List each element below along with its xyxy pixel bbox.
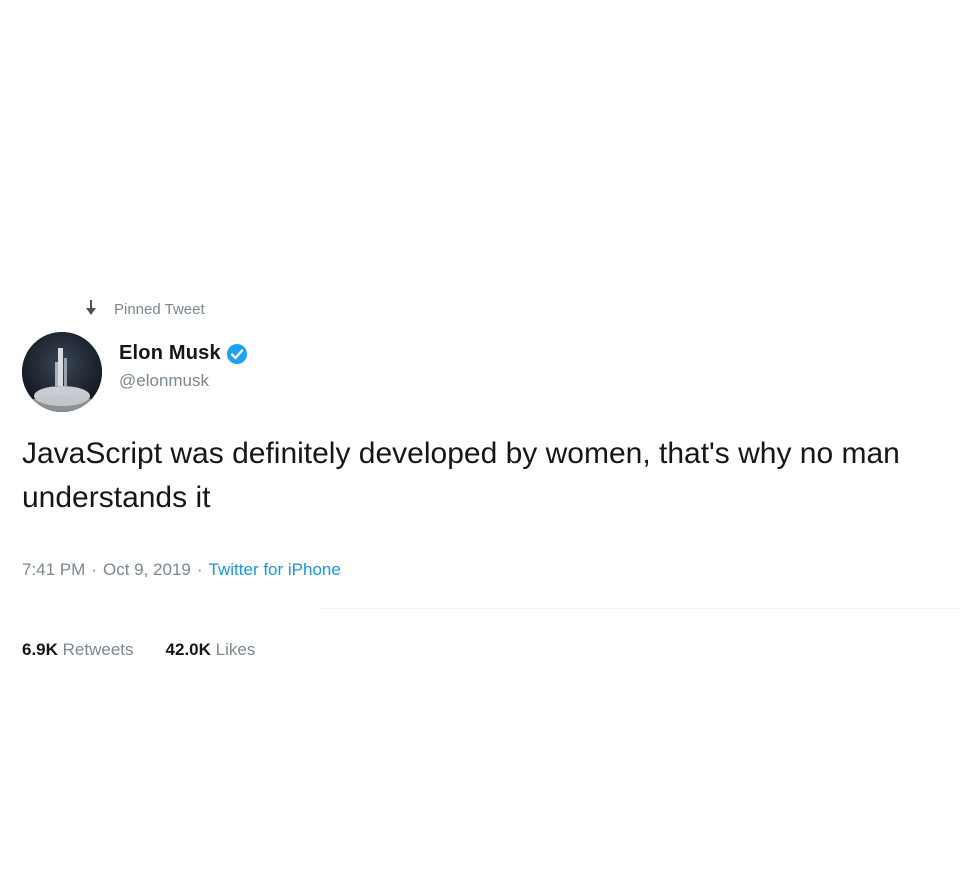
avatar[interactable] (22, 332, 102, 412)
author-name[interactable]: Elon Musk (119, 342, 221, 365)
likes-count: 42.0K (165, 640, 211, 659)
retweets-count: 6.9K (22, 640, 58, 659)
likes-label: Likes (215, 640, 256, 659)
tweet-stats: 6.9K Retweets 42.0K Likes (22, 640, 287, 660)
tweet-time[interactable]: 7:41 PM (22, 560, 85, 579)
verified-badge-icon (226, 343, 248, 365)
pinned-label: Pinned Tweet (114, 300, 205, 318)
divider (322, 608, 960, 609)
meta-separator: · (196, 560, 203, 579)
tweet-header: Elon Musk @elonmusk (119, 342, 248, 391)
name-row: Elon Musk (119, 342, 248, 365)
meta-separator: · (91, 560, 97, 579)
author-handle[interactable]: @elonmusk (119, 371, 248, 391)
likes-stat[interactable]: 42.0K Likes (166, 640, 256, 660)
retweets-stat[interactable]: 6.9K Retweets (22, 640, 134, 660)
tweet-text: JavaScript was definitely developed by w… (22, 437, 900, 514)
pin-icon (84, 300, 98, 318)
pinned-tweet-indicator: Pinned Tweet (84, 300, 205, 318)
retweets-label: Retweets (62, 640, 134, 659)
tweet-meta: 7:41 PM · Oct 9, 2019 · Twitter for iPhone (22, 560, 341, 580)
tweet-date[interactable]: Oct 9, 2019 (103, 560, 191, 579)
tweet-source-link[interactable]: Twitter for iPhone (209, 560, 341, 579)
page: Pinned Tweet Elon Musk @elonmusk JavaScr… (0, 0, 960, 896)
